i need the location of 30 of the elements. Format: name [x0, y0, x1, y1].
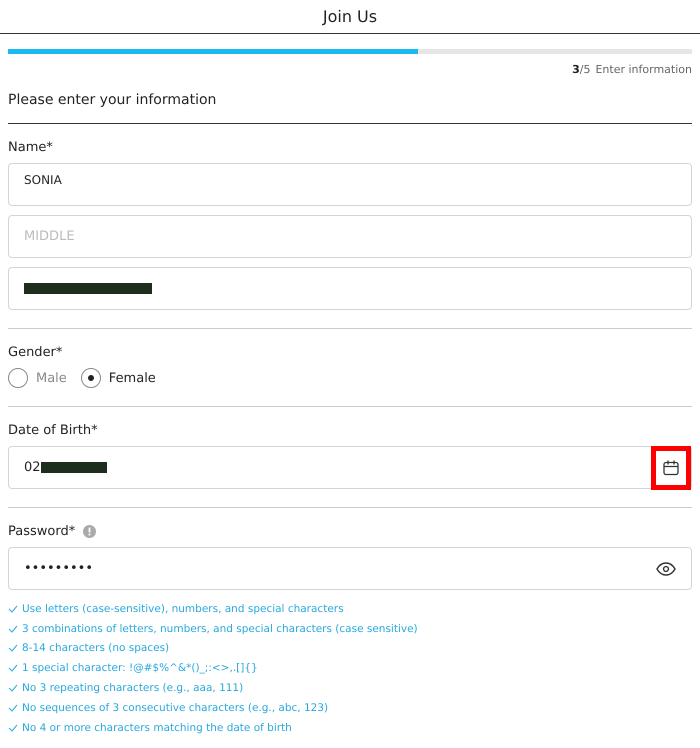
password-rule: 3 combinations of letters, numbers, and special characters (case sensitive): [22, 622, 418, 635]
password-field[interactable]: •••••••••: [8, 547, 692, 590]
calendar-icon: [662, 458, 680, 476]
field-value: SONIA: [24, 173, 62, 187]
calendar-button[interactable]: [651, 446, 691, 490]
password-rule: No 3 repeating characters (e.g., aaa, 111): [22, 682, 244, 694]
field-label: Name*: [8, 140, 53, 155]
step-label: Enter information: [595, 63, 692, 76]
radio-label: Female: [108, 370, 156, 386]
password-rule: 1 special character: !@#$%^&*()_;:<>,.[]{}: [22, 662, 258, 674]
input-field[interactable]: [8, 267, 692, 310]
field-label: Gender*: [8, 345, 62, 360]
section-title: Please enter your information: [8, 92, 692, 124]
field-label: Date of Birth*: [8, 423, 98, 438]
field-value: 02: [24, 460, 41, 475]
eye-icon[interactable]: [656, 562, 676, 576]
radio-label: Male: [36, 370, 67, 386]
password-rule: 8-14 characters (no spaces): [22, 642, 170, 654]
field-label: Password*: [8, 524, 76, 539]
date-field[interactable]: 02: [8, 446, 692, 489]
field-placeholder: MIDDLE: [24, 229, 75, 244]
radio-button[interactable]: [8, 368, 28, 388]
password-rule: No 4 or more characters matching the date of birth: [22, 722, 292, 734]
field-value: •••••••••: [24, 561, 94, 576]
step-counter: 3/5: [572, 63, 590, 76]
radio-button[interactable]: [80, 368, 101, 388]
password-rule: Use letters (case-sensitive), numbers, and special characters: [22, 602, 344, 615]
page-title: Join Us: [322, 7, 378, 26]
password-rule: No sequences of 3 consecutive characters (e.g., abc, 123): [22, 702, 328, 714]
input-field[interactable]: SONIA: [8, 163, 692, 206]
